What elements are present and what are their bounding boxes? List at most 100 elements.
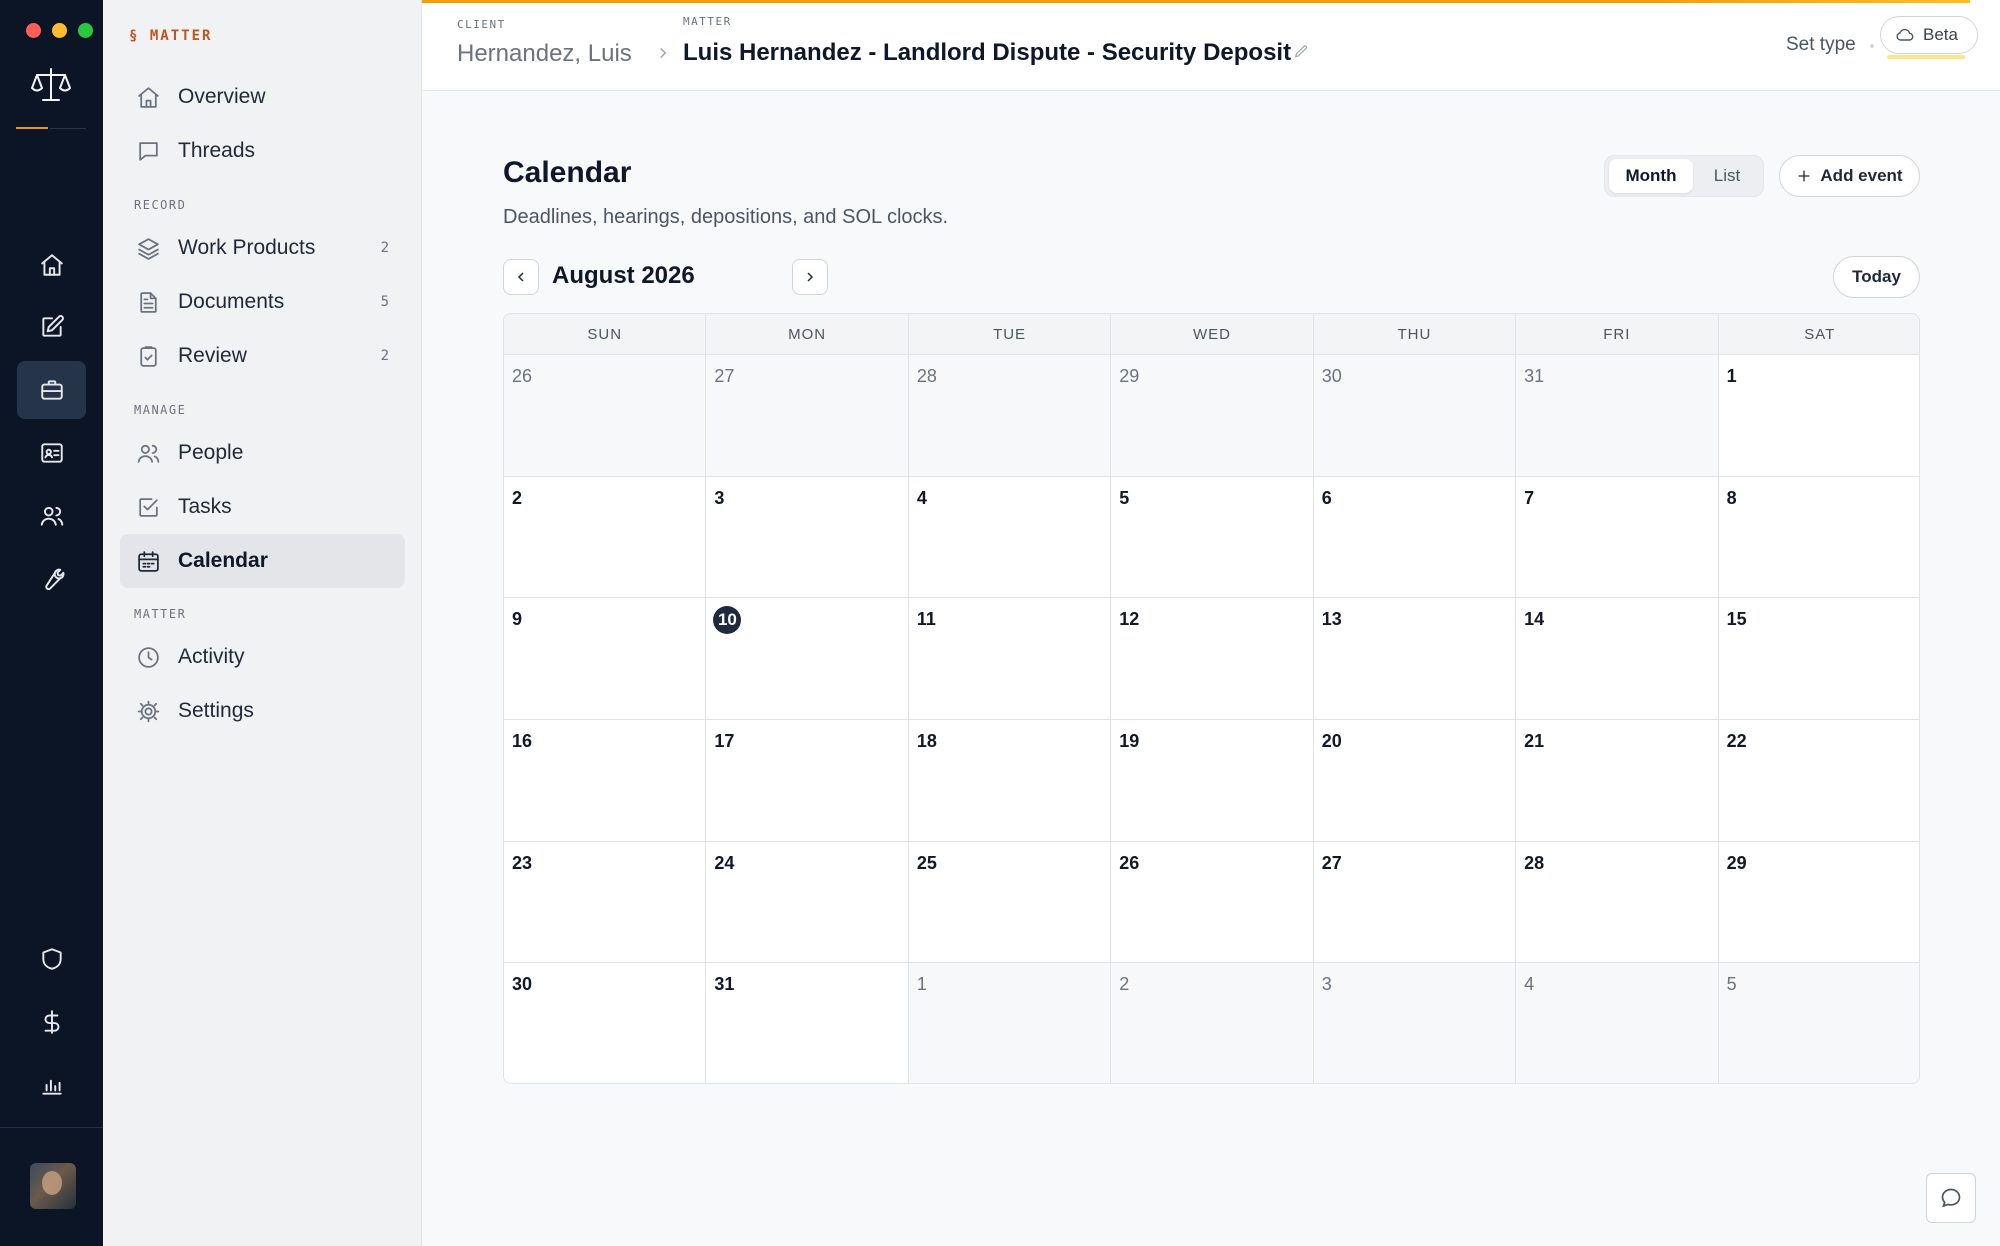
calendar-day[interactable]: 25 xyxy=(908,841,1112,964)
day-number: 17 xyxy=(714,730,735,751)
previous-month-button[interactable] xyxy=(503,259,539,295)
rail-home[interactable] xyxy=(17,236,86,294)
rail-security[interactable] xyxy=(17,930,86,988)
nav-item-settings[interactable]: Settings xyxy=(120,684,405,738)
day-number: 16 xyxy=(512,730,533,751)
scales-logo-icon[interactable] xyxy=(30,64,72,106)
calendar-day[interactable]: 19 xyxy=(1111,719,1314,842)
weekday-label: SUN xyxy=(504,314,707,354)
calendar-day[interactable]: 2 xyxy=(504,476,707,599)
calendar-day[interactable]: 20 xyxy=(1313,719,1517,842)
next-month-button[interactable] xyxy=(792,259,828,295)
nav-item-overview[interactable]: Overview xyxy=(120,70,405,124)
calendar-day[interactable]: 29 xyxy=(1718,841,1919,964)
nav-item-label: Calendar xyxy=(178,549,268,572)
chevron-right-icon xyxy=(654,44,674,64)
nav-item-documents[interactable]: Documents 5 xyxy=(120,275,405,329)
calendar-day[interactable]: 23 xyxy=(504,841,707,964)
minimize-window-button[interactable] xyxy=(52,23,67,38)
month-label: August 2026 xyxy=(552,262,695,289)
maximize-window-button[interactable] xyxy=(78,23,93,38)
rail-reports[interactable] xyxy=(17,1056,86,1114)
calendar-day[interactable]: 24 xyxy=(706,841,909,964)
chat-support-button[interactable] xyxy=(1926,1173,1976,1223)
day-grid: 26 27 28 29 30 31 1 2 3 4 5 6 7 8 9 10 11 12 13 14 15 16 17 18 1… xyxy=(504,355,1919,1083)
add-event-button[interactable]: Add event xyxy=(1779,155,1920,197)
calendar-day[interactable]: 22 xyxy=(1718,719,1919,842)
nav-item-threads[interactable]: Threads xyxy=(120,124,405,178)
calendar-day[interactable]: 1 xyxy=(1718,355,1919,477)
calendar-day[interactable]: 18 xyxy=(908,719,1112,842)
count-badge: 5 xyxy=(380,294,389,310)
calendar-day[interactable]: 30 xyxy=(1313,355,1517,477)
calendar-day-today[interactable]: 10 xyxy=(706,598,909,720)
calendar-day[interactable]: 15 xyxy=(1718,598,1919,720)
nav-item-label: People xyxy=(178,441,244,464)
rail-billing[interactable] xyxy=(17,993,86,1051)
nav-item-people[interactable]: People xyxy=(120,426,405,480)
day-number: 7 xyxy=(1524,487,1535,508)
calendar-day[interactable]: 31 xyxy=(1516,355,1719,477)
count-badge: 2 xyxy=(380,348,389,364)
calendar-day[interactable]: 7 xyxy=(1516,476,1719,599)
set-type-button[interactable]: Set type xyxy=(1786,34,1856,56)
nav-item-activity[interactable]: Activity xyxy=(120,630,405,684)
weekday-label: FRI xyxy=(1516,314,1719,354)
calendar-day[interactable]: 27 xyxy=(1313,841,1517,964)
briefcase-icon xyxy=(40,380,63,400)
day-number: 6 xyxy=(1321,487,1332,508)
view-list-button[interactable]: List xyxy=(1695,159,1759,193)
calendar-day[interactable]: 16 xyxy=(504,719,707,842)
calendar-day[interactable]: 17 xyxy=(706,719,909,842)
calendar-day[interactable]: 3 xyxy=(706,476,909,599)
beta-badge[interactable]: Beta xyxy=(1880,16,1978,54)
close-window-button[interactable] xyxy=(26,23,41,38)
calendar-day[interactable]: 11 xyxy=(908,598,1112,720)
calendar-day[interactable]: 2 xyxy=(1111,963,1314,1083)
rail-edit[interactable] xyxy=(17,298,86,356)
day-number: 25 xyxy=(916,852,937,873)
day-number: 31 xyxy=(1524,366,1545,386)
nav-item-work-products[interactable]: Work Products 2 xyxy=(120,221,405,275)
calendar-day[interactable]: 14 xyxy=(1516,598,1719,720)
pencil-icon[interactable] xyxy=(1293,44,1311,62)
view-month-button[interactable]: Month xyxy=(1609,159,1693,193)
nav-item-calendar[interactable]: Calendar xyxy=(120,534,405,588)
calendar-day[interactable]: 21 xyxy=(1516,719,1719,842)
rail-contacts[interactable] xyxy=(17,424,86,482)
weekday-header: SUN MON TUE WED THU FRI SAT xyxy=(504,314,1919,355)
calendar-day[interactable]: 13 xyxy=(1313,598,1517,720)
rail-tools[interactable] xyxy=(17,550,86,608)
calendar-day[interactable]: 28 xyxy=(1516,841,1719,964)
calendar-day[interactable]: 29 xyxy=(1111,355,1314,477)
calendar-day[interactable]: 5 xyxy=(1111,476,1314,599)
calendar-day[interactable]: 26 xyxy=(504,355,707,477)
calendar-day[interactable]: 5 xyxy=(1718,963,1919,1083)
clipboard-check-icon xyxy=(140,345,157,367)
calendar-day[interactable]: 6 xyxy=(1313,476,1517,599)
user-avatar[interactable] xyxy=(30,1163,76,1209)
calendar-day[interactable]: 12 xyxy=(1111,598,1314,720)
rail-matters[interactable] xyxy=(17,361,86,419)
calendar-day[interactable]: 28 xyxy=(908,355,1112,477)
calendar-day[interactable]: 9 xyxy=(504,598,707,720)
calendar-day[interactable]: 1 xyxy=(908,963,1112,1083)
calendar-day[interactable]: 26 xyxy=(1111,841,1314,964)
home-icon xyxy=(40,254,63,276)
today-button[interactable]: Today xyxy=(1833,256,1920,298)
nav-item-tasks[interactable]: Tasks xyxy=(120,480,405,534)
nav-item-label: Work Products xyxy=(178,236,316,259)
calendar-day[interactable]: 8 xyxy=(1718,476,1919,599)
page-subtitle: Deadlines, hearings, depositions, and SO… xyxy=(503,206,949,228)
nav-item-review[interactable]: Review 2 xyxy=(120,329,405,383)
client-name-link[interactable]: Hernandez, Luis xyxy=(457,40,632,68)
calendar-day[interactable]: 31 xyxy=(706,963,909,1083)
rail-people[interactable] xyxy=(17,487,86,545)
chat-bubble-icon xyxy=(1941,1188,1961,1208)
calendar-day[interactable]: 4 xyxy=(908,476,1112,599)
calendar-day[interactable]: 27 xyxy=(706,355,909,477)
calendar-day[interactable]: 4 xyxy=(1516,963,1719,1083)
calendar-day[interactable]: 30 xyxy=(504,963,707,1083)
wrench-icon xyxy=(44,568,64,590)
calendar-day[interactable]: 3 xyxy=(1313,963,1517,1083)
